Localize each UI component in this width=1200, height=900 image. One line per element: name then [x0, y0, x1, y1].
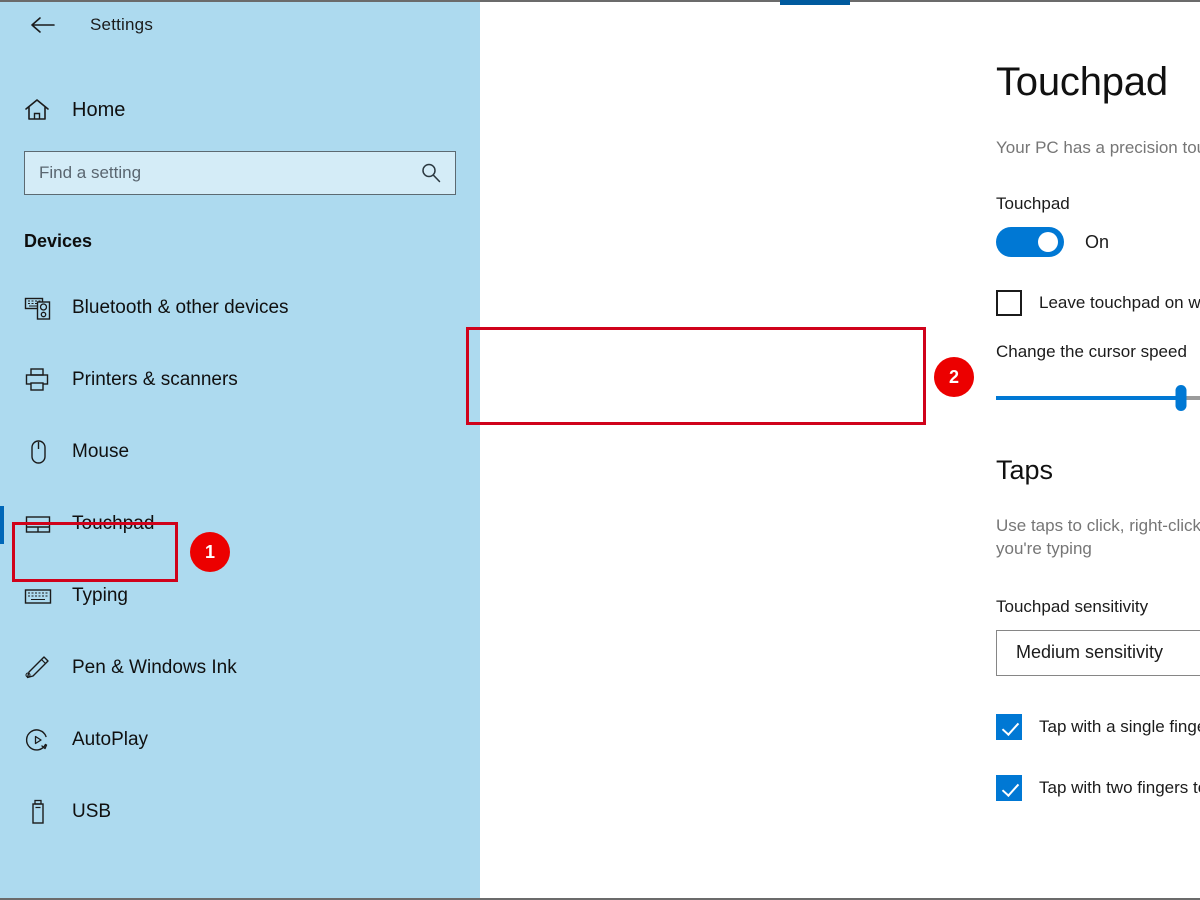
sidebar-item-typing[interactable]: Typing — [0, 560, 480, 632]
tap-two-fingers-checkbox[interactable] — [996, 774, 1022, 801]
sidebar-item-label: Touchpad — [72, 513, 155, 534]
sidebar-item-touchpad[interactable]: Touchpad — [0, 488, 480, 560]
touchpad-sensitivity-label: Touchpad sensitivity — [996, 596, 1149, 616]
sidebar-item-home[interactable]: Home — [0, 86, 480, 134]
touchpad-toggle-state: On — [1085, 231, 1110, 252]
page-subtitle: Your PC has a precision touchpad. — [996, 138, 1200, 157]
touchpad-toggle-label: Touchpad — [996, 194, 1070, 213]
leave-touchpad-on-checkbox[interactable] — [996, 290, 1022, 316]
cursor-speed-label: Change the cursor speed — [996, 342, 1187, 361]
sidebar-item-bluetooth-other-devices[interactable]: Bluetooth & other devices — [0, 272, 480, 344]
annotation-badge-2: 2 — [934, 357, 974, 397]
cursor-speed-section: Change the cursor speed — [996, 342, 1200, 411]
touchpad-toggle-row: On — [996, 227, 1200, 257]
bluetooth-devices-icon — [24, 295, 58, 321]
mouse-icon — [24, 439, 58, 465]
sidebar-item-label: Typing — [72, 585, 128, 606]
sidebar-item-pen-windows-ink[interactable]: Pen & Windows Ink — [0, 632, 480, 704]
page-title: Touchpad — [996, 60, 1168, 104]
search-input[interactable] — [25, 163, 420, 183]
annotation-highlight-cursor-speed — [466, 327, 926, 425]
main-content: Touchpad Your PC has a precision touchpa… — [466, 0, 1200, 900]
sidebar-item-label: AutoPlay — [72, 729, 149, 750]
back-arrow-icon[interactable] — [22, 8, 62, 42]
touchpad-sensitivity-dropdown[interactable]: Medium sensitivity — [996, 629, 1200, 676]
window-top-border — [0, 0, 1200, 2]
printer-icon — [24, 367, 58, 393]
tap-single-finger-label: Tap with a single finger to single-click — [1039, 716, 1200, 736]
title-bar: Settings — [0, 0, 480, 50]
annotation-badge-1: 1 — [190, 532, 230, 572]
taps-section-description: Use taps to click, right-click, and sele… — [996, 516, 1200, 559]
sidebar-item-label: USB — [72, 801, 112, 822]
top-scroll-indicator — [780, 0, 850, 5]
sidebar-item-autoplay[interactable]: AutoPlay — [0, 704, 480, 776]
sidebar: Settings Home Devices — [0, 0, 480, 900]
touchpad-toggle[interactable] — [996, 227, 1064, 257]
sidebar-item-usb[interactable]: USB — [0, 776, 480, 848]
keyboard-icon — [24, 583, 58, 609]
touchpad-icon — [24, 511, 58, 537]
home-icon — [24, 98, 58, 122]
touchpad-sensitivity-value: Medium sensitivity — [1016, 642, 1164, 663]
sidebar-group-title: Devices — [24, 231, 93, 251]
sidebar-item-label: Bluetooth & other devices — [72, 297, 289, 318]
search-box[interactable] — [24, 151, 456, 195]
search-icon[interactable] — [420, 162, 455, 184]
toggle-knob — [1038, 232, 1058, 252]
taps-section-title: Taps — [996, 455, 1054, 485]
usb-drive-icon — [24, 799, 58, 825]
sidebar-nav: Bluetooth & other devices Printers & sca… — [0, 272, 480, 848]
sidebar-item-label: Printers & scanners — [72, 369, 238, 390]
settings-window: Settings Home Devices — [0, 0, 1200, 900]
autoplay-icon — [24, 727, 58, 753]
sidebar-item-label: Pen & Windows Ink — [72, 657, 237, 678]
app-title: Settings — [90, 15, 154, 34]
leave-touchpad-on-label: Leave touchpad on when a mouse is connec… — [1039, 293, 1200, 312]
tap-two-fingers-row: Tap with two fingers to right-click — [996, 774, 1200, 801]
tap-two-fingers-label: Tap with two fingers to right-click — [1039, 777, 1200, 797]
cursor-speed-slider[interactable] — [996, 385, 1200, 411]
pen-icon — [24, 655, 58, 681]
sidebar-item-mouse[interactable]: Mouse — [0, 416, 480, 488]
slider-fill — [996, 396, 1181, 400]
tap-single-finger-checkbox[interactable] — [996, 713, 1022, 740]
leave-touchpad-on-row: Leave touchpad on when a mouse is connec… — [996, 290, 1200, 316]
tap-single-finger-row: Tap with a single finger to single-click — [996, 713, 1200, 740]
sidebar-item-home-label: Home — [72, 98, 126, 121]
slider-thumb[interactable] — [1175, 385, 1187, 411]
sidebar-item-label: Mouse — [72, 441, 130, 462]
sidebar-item-printers-scanners[interactable]: Printers & scanners — [0, 344, 480, 416]
